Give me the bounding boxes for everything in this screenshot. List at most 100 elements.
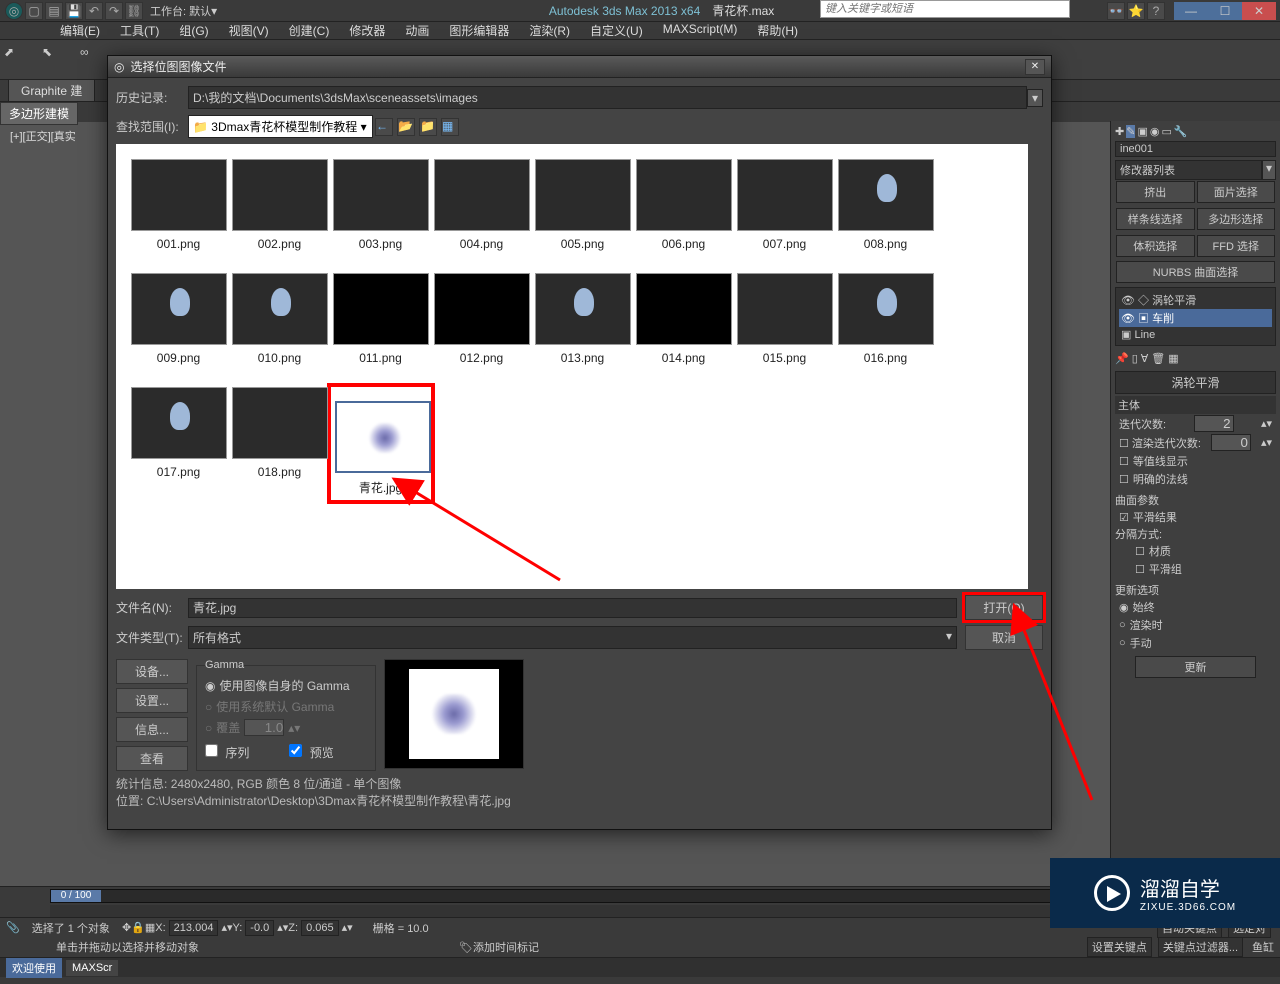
modifier-stack[interactable]: 👁 ◇ 涡轮平滑 👁 ▣ 车削 ▣ Line [1115,287,1276,346]
undo-icon[interactable]: ↶ [85,2,103,20]
star-icon[interactable]: ⭐ [1127,2,1145,20]
open-button[interactable]: 打开(O) [965,595,1043,620]
manual-radio[interactable]: 手动 [1130,635,1152,651]
workspace-label[interactable]: 工作台: 默认 [150,3,211,19]
modifier-list-dropdown[interactable]: 修改器列表 [1115,160,1262,180]
save-icon[interactable]: 💾 [65,2,83,20]
gamma-own-radio[interactable]: ◉ [205,679,215,693]
help-icon[interactable]: ? [1147,2,1165,20]
bind-icon[interactable]: ∞ [80,45,110,75]
history-dropdown[interactable]: D:\我的文档\Documents\3dsMax\sceneassets\ima… [188,86,1027,109]
poly-modeling-tab[interactable]: 多边形建模 [0,102,78,125]
hierarchy-panel-icon[interactable]: ▣ [1137,125,1147,138]
file-青花.jpg[interactable]: 青花.jpg [331,387,431,500]
setkey-button[interactable]: 设置关键点 [1087,937,1152,957]
dialog-close-button[interactable]: ✕ [1025,59,1045,75]
object-name-field[interactable] [1115,141,1276,157]
explicit-normals-label[interactable]: 明确的法线 [1133,471,1188,487]
maxscript-tab[interactable]: MAXScr [66,960,118,976]
menu-修改器[interactable]: 修改器 [339,22,395,39]
file-002.png[interactable]: 002.png [230,159,330,251]
file-007.png[interactable]: 007.png [735,159,835,251]
file-011.png[interactable]: 011.png [331,273,431,365]
poly-select-button[interactable]: 多边形选择 [1197,208,1276,230]
file-001.png[interactable]: 001.png [129,159,229,251]
window-maximize[interactable]: ☐ [1208,2,1242,20]
graphite-tab[interactable]: Graphite 建 [8,79,95,102]
filetype-dropdown[interactable]: 所有格式▾ [188,626,957,649]
configure-icon[interactable]: ▦ [1168,352,1178,365]
iterations-spinner[interactable] [1194,415,1234,432]
gamma-override-radio[interactable]: ○ [205,721,212,735]
unlink-icon[interactable]: ⬉ [42,45,72,75]
viewmode-icon[interactable]: ▦ [441,118,459,136]
menu-编辑(E)[interactable]: 编辑(E) [50,22,110,39]
cancel-button[interactable]: 取消 [965,625,1043,650]
file-017.png[interactable]: 017.png [129,387,229,500]
smooth-result-label[interactable]: 平滑结果 [1133,509,1177,525]
new-icon[interactable]: ▢ [25,2,43,20]
menu-渲染(R)[interactable]: 渲染(R) [519,22,580,39]
create-panel-icon[interactable]: ✚ [1115,125,1124,138]
add-timetag[interactable]: 添加时间标记 [473,939,539,955]
file-006.png[interactable]: 006.png [634,159,734,251]
newfolder-icon[interactable]: 📁 [419,118,437,136]
menu-动画[interactable]: 动画 [395,22,439,39]
update-button[interactable]: 更新 [1135,656,1256,678]
file-015.png[interactable]: 015.png [735,273,835,365]
menu-自定义(U)[interactable]: 自定义(U) [580,22,653,39]
show-result-icon[interactable]: ▯ [1132,352,1138,365]
menu-帮助(H)[interactable]: 帮助(H) [747,22,808,39]
file-013.png[interactable]: 013.png [533,273,633,365]
keyfilter-button[interactable]: 关键点过滤器... [1158,937,1243,957]
material-label[interactable]: 材质 [1149,543,1171,559]
isoline-label[interactable]: 等值线显示 [1133,453,1188,469]
onrender-radio[interactable]: 渲染时 [1130,617,1163,633]
menu-创建(C)[interactable]: 创建(C) [279,22,340,39]
back-icon[interactable]: ← [375,118,393,136]
help-search-input[interactable] [820,0,1070,18]
extrude-button[interactable]: 挤出 [1116,181,1195,203]
ffd-select-button[interactable]: FFD 选择 [1197,235,1276,257]
y-field[interactable]: -0.0 [245,920,274,936]
app-menu-icon[interactable]: ◎ [5,2,23,20]
setup-button[interactable]: 设置... [116,688,188,713]
gamma-system-radio[interactable]: ○ [205,700,212,714]
preview-checkbox[interactable]: 预览 [289,744,333,761]
lookin-dropdown[interactable]: 📁 3Dmax青花杯模型制作教程 ▾ [188,115,373,138]
up-icon[interactable]: 📂 [397,118,415,136]
file-016.png[interactable]: 016.png [836,273,936,365]
view-button[interactable]: 查看 [116,746,188,771]
file-018.png[interactable]: 018.png [230,387,330,500]
time-marker[interactable]: 0 / 100 [51,890,101,902]
utilities-panel-icon[interactable]: 🔧 [1174,125,1188,138]
info-button[interactable]: 信息... [116,717,188,742]
always-radio[interactable]: 始终 [1133,599,1155,615]
file-005.png[interactable]: 005.png [533,159,633,251]
spline-select-button[interactable]: 样条线选择 [1116,208,1195,230]
render-iter-spinner[interactable] [1211,434,1251,451]
redo-icon[interactable]: ↷ [105,2,123,20]
z-field[interactable]: 0.065 [301,920,339,936]
file-012.png[interactable]: 012.png [432,273,532,365]
file-010.png[interactable]: 010.png [230,273,330,365]
x-field[interactable]: 213.004 [169,920,219,936]
device-button[interactable]: 设备... [116,659,188,684]
link-icon[interactable]: ⛓ [125,2,143,20]
viewport-label[interactable]: [+][正交][真实 [10,128,76,144]
menu-视图(V)[interactable]: 视图(V) [219,22,279,39]
file-003.png[interactable]: 003.png [331,159,431,251]
binoculars-icon[interactable]: 👓 [1107,2,1125,20]
menu-工具(T)[interactable]: 工具(T) [110,22,169,39]
face-select-button[interactable]: 面片选择 [1197,181,1276,203]
modify-panel-icon[interactable]: ✎ [1126,125,1135,138]
lock-selection-icon[interactable]: 🔒 [131,921,145,934]
timetag-icon[interactable]: 🏷 [459,941,473,954]
welcome-tab[interactable]: 欢迎使用 [6,958,62,978]
window-close[interactable]: ✕ [1242,2,1276,20]
file-009.png[interactable]: 009.png [129,273,229,365]
filename-input[interactable] [188,598,957,618]
file-014.png[interactable]: 014.png [634,273,734,365]
sequence-checkbox[interactable]: 序列 [205,744,249,761]
pin-stack-icon[interactable]: 📌 [1115,352,1129,365]
